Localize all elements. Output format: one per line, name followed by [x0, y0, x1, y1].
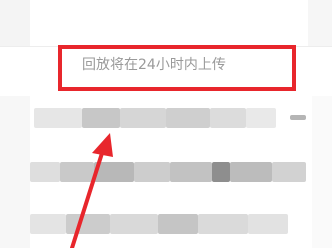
blurred-block	[120, 108, 166, 128]
blurred-block	[66, 214, 110, 234]
blurred-block	[60, 162, 94, 182]
blurred-block	[30, 162, 60, 182]
blurred-block	[166, 108, 210, 128]
blurred-row-1	[0, 108, 332, 138]
blurred-block	[34, 108, 82, 128]
header-area	[0, 0, 332, 46]
blurred-block	[272, 162, 306, 182]
blurred-block	[198, 214, 248, 234]
blurred-row-2	[0, 162, 332, 192]
blurred-block	[30, 214, 66, 234]
blurred-block	[94, 162, 134, 182]
highlighted-notice-box: 回放将在24小时内上传	[58, 45, 296, 91]
blurred-block	[82, 108, 120, 128]
blurred-block	[212, 162, 230, 182]
blurred-block	[134, 162, 170, 182]
replay-upload-notice: 回放将在24小时内上传	[82, 57, 226, 73]
blurred-block	[158, 214, 198, 234]
blurred-block	[170, 162, 212, 182]
blurred-block	[290, 115, 306, 120]
screenshot-canvas: 回放将在24小时内上传	[0, 0, 332, 248]
blurred-row-3	[0, 214, 332, 244]
blurred-block	[248, 214, 288, 234]
blurred-block	[246, 108, 276, 128]
blurred-block	[110, 214, 158, 234]
blurred-block	[210, 108, 246, 128]
blurred-block	[230, 162, 272, 182]
